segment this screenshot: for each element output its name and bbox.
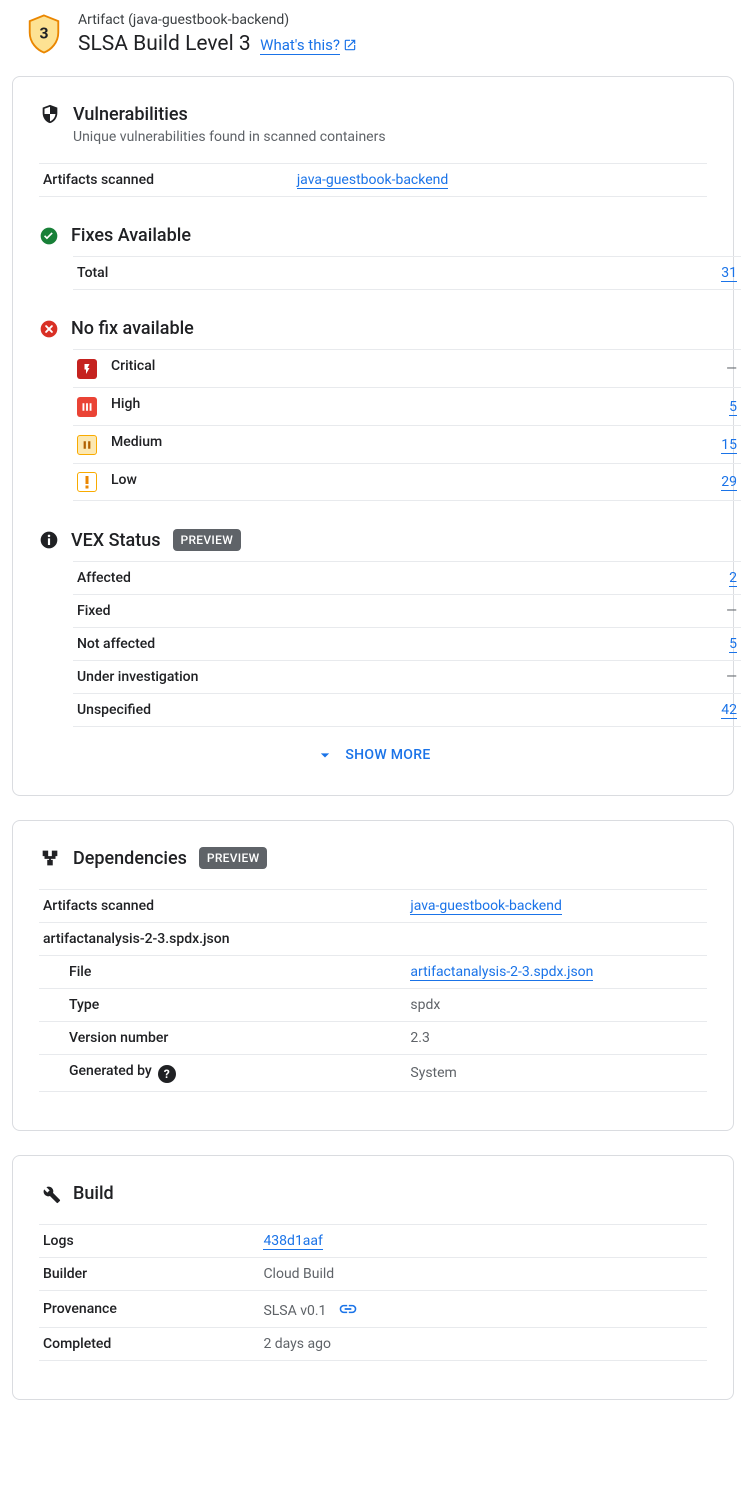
medium-icon <box>77 435 97 455</box>
build-title: Build <box>73 1183 114 1204</box>
sbom-name-row: artifactanalysis-2-3.spdx.json <box>39 923 707 956</box>
x-circle-icon <box>39 319 59 339</box>
affected-link[interactable]: 2 <box>729 570 737 587</box>
sbom-version-row: Version number 2.3 <box>39 1022 707 1055</box>
high-row: High 5 <box>73 388 741 426</box>
high-link[interactable]: 5 <box>729 399 737 416</box>
critical-row: Critical — <box>73 350 741 388</box>
medium-link[interactable]: 15 <box>721 437 737 454</box>
fixes-available-title: Fixes Available <box>71 225 191 246</box>
high-icon <box>77 397 97 417</box>
sbom-file-row: File artifactanalysis-2-3.spdx.json <box>39 956 707 989</box>
deps-artifacts-scanned-row: Artifacts scanned java-guestbook-backend <box>39 890 707 923</box>
help-icon[interactable]: ? <box>158 1065 176 1083</box>
show-more-button[interactable]: SHOW MORE <box>39 745 707 765</box>
info-icon <box>39 530 59 550</box>
unspecified-link[interactable]: 42 <box>721 702 737 719</box>
vex-status-title: VEX Status <box>71 530 161 551</box>
fixes-total-row: Total 31 <box>73 257 741 290</box>
vex-fixed-row: Fixed— <box>73 595 741 628</box>
whats-this-link[interactable]: What's this? <box>260 36 340 55</box>
svg-text:3: 3 <box>39 23 48 42</box>
slsa-header: 3 Artifact (java-guestbook-backend) SLSA… <box>12 12 734 56</box>
shield-security-icon <box>39 103 61 125</box>
build-card: Build Logs 438d1aaf Builder Cloud Build … <box>12 1155 734 1400</box>
deps-preview-badge: PREVIEW <box>199 847 268 869</box>
artifact-link[interactable]: java-guestbook-backend <box>297 172 448 189</box>
dependencies-card: Dependencies PREVIEW Artifacts scanned j… <box>12 820 734 1131</box>
sbom-generated-row: Generated by? System <box>39 1055 707 1092</box>
vex-affected-row: Affected2 <box>73 562 741 595</box>
sbom-type-row: Type spdx <box>39 989 707 1022</box>
vex-unspecified-row: Unspecified42 <box>73 694 741 727</box>
low-link[interactable]: 29 <box>721 474 737 491</box>
build-logs-row: Logs 438d1aaf <box>39 1225 707 1258</box>
vulnerabilities-card: Vulnerabilities Unique vulnerabilities f… <box>12 76 734 796</box>
build-completed-row: Completed 2 days ago <box>39 1328 707 1361</box>
critical-icon <box>77 359 97 379</box>
slsa-shield-icon: 3 <box>26 14 62 54</box>
no-fix-title: No fix available <box>71 318 194 339</box>
vulnerabilities-title: Vulnerabilities <box>73 104 188 125</box>
artifacts-scanned-row: Artifacts scanned java-guestbook-backend <box>39 164 707 197</box>
vex-under-investigation-row: Under investigation— <box>73 661 741 694</box>
link-chain-icon[interactable] <box>338 1299 358 1319</box>
fixes-total-link[interactable]: 31 <box>721 265 737 282</box>
vex-not-affected-row: Not affected5 <box>73 628 741 661</box>
artifact-label: Artifact (java-guestbook-backend) <box>78 12 357 28</box>
low-row: Low 29 <box>73 464 741 501</box>
vulnerabilities-subtitle: Unique vulnerabilities found in scanned … <box>73 129 707 145</box>
external-link-icon <box>343 38 357 52</box>
dependencies-icon <box>39 847 61 869</box>
wrench-icon <box>39 1182 61 1204</box>
page-title: SLSA Build Level 3 <box>78 32 251 56</box>
chevron-down-icon <box>315 745 335 765</box>
logs-link[interactable]: 438d1aaf <box>263 1233 322 1250</box>
low-icon <box>77 472 97 492</box>
build-builder-row: Builder Cloud Build <box>39 1258 707 1291</box>
check-circle-icon <box>39 226 59 246</box>
deps-artifact-link[interactable]: java-guestbook-backend <box>410 898 561 915</box>
not-affected-link[interactable]: 5 <box>729 636 737 653</box>
build-provenance-row: Provenance SLSA v0.1 <box>39 1291 707 1328</box>
dependencies-title: Dependencies <box>73 848 187 869</box>
vex-preview-badge: PREVIEW <box>173 529 242 551</box>
medium-row: Medium 15 <box>73 426 741 464</box>
sbom-file-link[interactable]: artifactanalysis-2-3.spdx.json <box>410 964 593 981</box>
